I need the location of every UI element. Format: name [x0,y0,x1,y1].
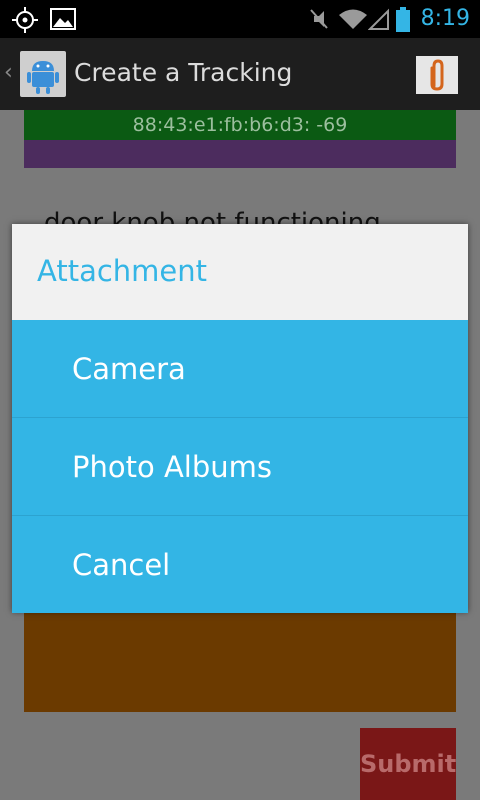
signal-icon [368,8,389,30]
submit-button[interactable]: Submit [360,728,456,800]
up-navigation-icon[interactable]: ‹ [4,60,13,85]
clock: 8:19 [420,6,470,31]
cancel-option[interactable]: Cancel [12,516,468,613]
status-bar: 8:19 [0,0,480,38]
dialog-title: Attachment [37,254,208,288]
wifi-icon [339,9,367,29]
image-icon [50,8,76,30]
gps-icon [12,7,38,33]
attachment-dialog: Attachment Camera Photo Albums Cancel [12,224,468,613]
dialog-header: Attachment [12,224,468,320]
paperclip-icon [430,59,444,91]
attachment-area [24,600,456,712]
purple-bar [24,140,456,168]
option-label: Cancel [72,548,171,582]
option-label: Camera [72,352,186,386]
battery-icon [396,7,410,32]
signal-reading: 88:43:e1:fb:b6:d3: -69 [24,110,456,140]
mute-icon [310,9,328,29]
camera-option[interactable]: Camera [12,320,468,418]
android-app-icon[interactable] [20,51,66,97]
option-label: Photo Albums [72,450,272,484]
page-title: Create a Tracking [74,58,293,87]
attachment-button[interactable] [416,56,458,94]
action-bar: ‹ Create a Tracking [0,38,480,112]
photo-albums-option[interactable]: Photo Albums [12,418,468,516]
dialog-options: Camera Photo Albums Cancel [12,320,468,613]
